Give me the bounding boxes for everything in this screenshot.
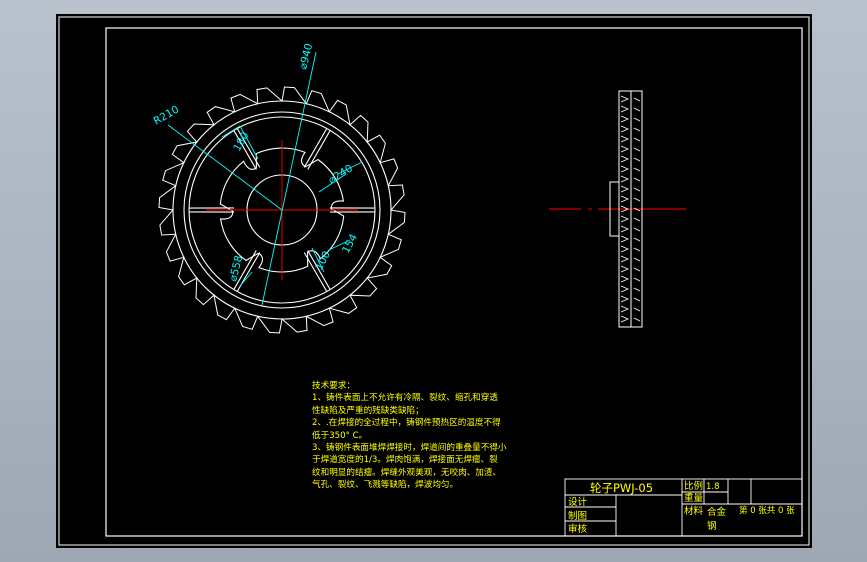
centerlines bbox=[206, 140, 686, 280]
title-part-name: 轮子PWJ-05 bbox=[590, 481, 653, 495]
title-scale-value: 1.8 bbox=[706, 482, 720, 492]
notes-line: 气孔、裂纹、飞溅等缺陷，焊波均匀。 bbox=[312, 480, 459, 491]
notes-line: 2、.在焊接的全过程中，铸钢件预热区的温度不得 bbox=[312, 418, 501, 429]
title-scale-label: 比例 bbox=[684, 480, 703, 492]
title-review-label: 审核 bbox=[568, 523, 588, 535]
title-design-label: 设计 bbox=[568, 496, 588, 508]
title-material-value2: 钢 bbox=[707, 520, 717, 532]
notes-line: 于焊道宽度的1/3。焊肉饱满，焊接面无焊瘤、裂 bbox=[312, 455, 498, 466]
notes-line: 性缺陷及严重的残缺类缺陷； bbox=[312, 405, 424, 416]
cad-viewport[interactable]: ⌀940 R210 180 ⌀240 100 154 ⌀558 轮子PWJ-05… bbox=[56, 14, 812, 548]
dim-slot-length: 154 bbox=[340, 232, 360, 256]
dim-inner-diameter: ⌀558 bbox=[227, 254, 245, 282]
notes-line: 3、铸钢件表面堆焊焊接时，焊道间的重叠量不得小 bbox=[312, 442, 507, 453]
title-material-value: 合金 bbox=[707, 506, 727, 518]
title-drawing-label: 制图 bbox=[568, 510, 587, 522]
title-sheet-info: 第 0 张共 0 张 bbox=[739, 505, 795, 516]
spoke-line bbox=[303, 128, 328, 168]
dim-hub-diameter: ⌀240 bbox=[326, 162, 355, 186]
notes-title: 技术要求： bbox=[312, 381, 355, 391]
notes-line: 1、铸件表面上不允许有冷隔、裂纹、缩孔和穿透 bbox=[312, 393, 498, 404]
notes-line: 低于350° C。 bbox=[312, 430, 368, 441]
title-weight-label: 重量 bbox=[684, 492, 704, 504]
dim-fillet-radius: R210 bbox=[152, 104, 182, 128]
title-material-label: 材料 bbox=[684, 505, 704, 517]
notes-line: 纹和明显的结瘤。焊缝外观美观，无咬肉、加渣、 bbox=[312, 467, 502, 478]
technical-requirements: 技术要求： 1、铸件表面上不允许有冷隔、裂纹、缩孔和穿透 性缺陷及严重的残缺类缺… bbox=[312, 380, 507, 492]
